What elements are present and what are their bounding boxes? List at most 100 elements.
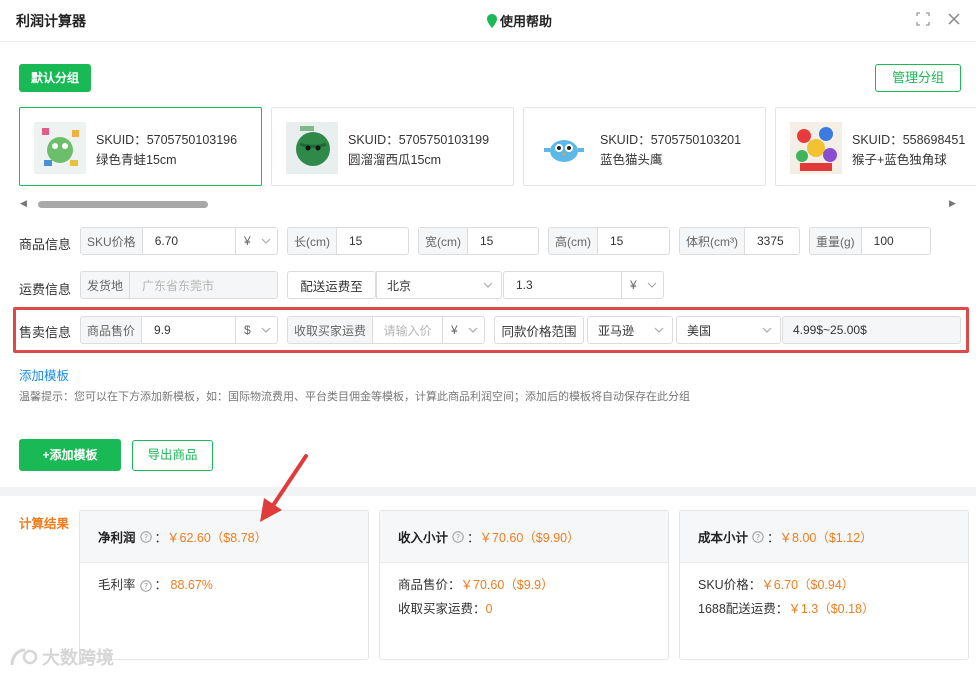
help-circle-icon[interactable]: ? [139,530,152,543]
length-value[interactable]: 15 [337,228,408,254]
volume-value[interactable]: 3375 [745,228,799,254]
add-template-button[interactable]: +添加模板 [19,439,121,471]
chevron-down-icon [261,238,271,244]
cost-sku-label: SKU价格： [698,578,762,592]
product-card[interactable]: SKUID：558698451 猴子+蓝色独角球 [775,107,976,186]
watermark-text: 大数跨境 [42,648,114,668]
sku-price-field[interactable]: SKU价格 6.70 ¥ [80,227,278,255]
product-name: 绿色青蛙15cm [96,153,177,167]
title-bar: 利润计算器 使用帮助 [0,0,976,42]
svg-text:?: ? [143,533,147,542]
help-circle-icon[interactable]: ? [452,530,464,543]
product-thumbnail [286,122,338,174]
cost-shipping-label: 1688配送运费： [698,602,789,616]
product-name: 蓝色猫头鹰 [600,153,663,167]
svg-text:?: ? [143,582,147,591]
location-pin-icon [487,13,497,28]
cost-shipping-line: 1688配送运费：￥1.3（$0.18） [698,598,874,617]
income-price-line: 商品售价：￥70.60（$9.9） [398,574,554,593]
shipping-info-label: 运费信息 [19,282,72,297]
gross-margin-line: 毛利率?： 88.67% [98,578,213,592]
volume-label: 体积(cm³) [680,228,745,254]
cost-label: 成本小计 [698,531,749,545]
gross-margin-value: 88.67% [170,578,213,592]
net-profit-value: ￥62.60（$8.78） [167,531,268,545]
export-products-button[interactable]: 导出商品 [132,440,213,471]
height-label: 高(cm) [549,228,598,254]
width-label: 宽(cm) [419,228,468,254]
sku-price-label: SKU价格 [81,228,143,254]
close-icon[interactable] [946,12,962,28]
currency-select[interactable]: ¥ [621,272,663,298]
income-value: ￥70.60（$9.90） [479,531,580,545]
product-thumbnail [34,122,86,174]
product-sku: SKUID：558698451 [852,133,966,147]
income-price-label: 商品售价： [398,578,461,592]
product-sku: SKUID：5705750103201 [600,133,742,147]
volume-field[interactable]: 体积(cm³) 3375 [679,227,800,255]
income-buyer-fee-label: 收取买家运费： [398,602,486,616]
tip-text: 温馨提示：您可以在下方添加新模板，如：国际物流费用、平台类目佣金等模板，计算此商… [19,391,690,403]
net-profit-card: 净利润 ? ： ￥62.60（$8.78） 毛利率?： 88.67% [79,510,369,660]
scrollbar-thumb[interactable] [38,201,208,208]
product-card[interactable]: SKUID：5705750103201 蓝色猫头鹰 [523,107,766,186]
weight-field[interactable]: 重量(g) 100 [809,227,931,255]
cost-value: ￥8.00（$1.12） [779,531,873,545]
net-profit-label: 净利润 [98,531,136,545]
product-name: 猴子+蓝色独角球 [852,153,947,167]
section-divider [0,487,976,496]
product-card[interactable]: SKUID：5705750103199 圆溜溜西瓜15cm [271,107,514,186]
scroll-left-icon[interactable]: ◀ [20,198,27,209]
income-buyer-fee-value: 0 [485,602,493,616]
help-circle-icon[interactable]: ? [139,580,152,592]
cost-sku-line: SKU价格：￥6.70（$0.94） [698,574,854,593]
product-sku: SKUID：5705750103196 [96,133,238,147]
income-card: 收入小计 ? ： ￥70.60（$9.90） 商品售价：￥70.60（$9.9）… [379,510,669,660]
width-field[interactable]: 宽(cm) 15 [418,227,539,255]
ship-to-select[interactable]: 北京 [376,271,502,299]
product-card[interactable]: SKUID：5705750103196 绿色青蛙15cm [19,107,262,186]
product-sku: SKUID：5705750103199 [348,133,490,147]
watermark-logo: 大数跨境 [8,644,114,670]
sku-price-value[interactable]: 6.70 [143,228,235,254]
cost-card: 成本小计 ? ： ￥8.00（$1.12） SKU价格：￥6.70（$0.94）… [679,510,969,660]
chevron-down-icon [647,282,657,288]
net-profit-header: 净利润 ? ： ￥62.60（$8.78） [80,511,368,563]
default-group-button[interactable]: 默认分组 [19,64,91,92]
origin-value: 广东省东莞市 [142,278,215,293]
length-field[interactable]: 长(cm) 15 [287,227,409,255]
height-field[interactable]: 高(cm) 15 [548,227,670,255]
shipping-fee-field[interactable]: 1.3 ¥ [503,271,664,299]
currency-select[interactable]: ¥ [235,228,277,254]
income-label: 收入小计 [398,531,449,545]
income-buyer-fee-line: 收取买家运费：0 [398,598,492,617]
cost-shipping-value: ￥1.3（$0.18） [788,602,875,616]
svg-text:?: ? [756,533,760,542]
watermark-icon [10,648,38,666]
currency-value: ¥ [630,278,637,292]
product-scrollbar[interactable]: ◀ ▶ [20,198,960,210]
app-title: 利润计算器 [16,13,86,29]
length-label: 长(cm) [288,228,337,254]
chevron-down-icon [483,282,493,288]
weight-value[interactable]: 100 [862,228,930,254]
width-value[interactable]: 15 [468,228,538,254]
ship-to-button[interactable]: 配送运费至 [287,271,376,299]
weight-label: 重量(g) [810,228,862,254]
height-value[interactable]: 15 [598,228,669,254]
product-name: 圆溜溜西瓜15cm [348,153,442,167]
add-template-link[interactable]: 添加模板 [19,365,69,384]
maximize-icon[interactable] [915,12,931,28]
scroll-right-icon[interactable]: ▶ [949,198,956,209]
currency-value: ¥ [244,234,251,248]
gross-margin-label: 毛利率 [98,578,136,592]
results-title: 计算结果 [19,517,70,531]
sale-info-highlight-box [13,307,969,353]
help-circle-icon[interactable]: ? [752,530,764,543]
product-info-label: 商品信息 [19,237,72,252]
cost-sku-value: ￥6.70（$0.94） [761,578,855,592]
manage-group-button[interactable]: 管理分组 [875,64,961,92]
help-link[interactable]: 使用帮助 [487,11,552,30]
product-thumbnail [790,122,842,174]
shipping-fee-value[interactable]: 1.3 [504,272,621,298]
